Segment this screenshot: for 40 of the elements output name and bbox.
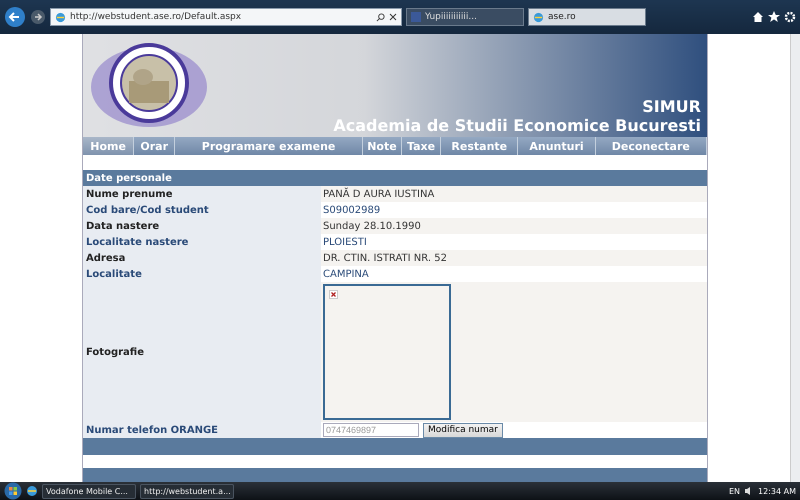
field-value: DR. CTIN. ISTRATI NR. 52 [323,252,447,264]
page-icon [411,12,421,22]
field-label: Numar telefon ORANGE [86,424,218,436]
field-label: Localitate nastere [86,236,188,248]
section-header: Date personale [83,170,707,186]
field-label: Fotografie [86,346,144,358]
home-icon[interactable] [752,11,764,23]
field-value: PLOIESTI [323,236,367,248]
field-label: Data nastere [86,220,160,232]
globe-icon [533,12,544,22]
field-value: PANĂ D AURA IUSTINA [323,188,434,200]
broken-image-icon [329,290,338,299]
settings-icon[interactable] [784,11,796,23]
language-indicator[interactable]: EN [728,486,740,496]
clock[interactable]: 12:34 AM [758,486,796,496]
taskbar-button[interactable]: http://webstudent.a... [140,484,234,498]
field-label: Localitate [86,268,142,280]
field-value: Sunday 28.10.1990 [323,220,421,232]
field-label: Adresa [86,252,126,264]
globe-icon [26,485,38,497]
modify-button[interactable]: Modifica numar [423,422,503,438]
star-icon[interactable] [768,11,780,23]
field-value: CAMPINA [323,268,369,280]
taskbar-button[interactable]: Vodafone Mobile C... [42,484,136,498]
institution-name: Academia de Studii Economice Bucuresti [333,116,701,135]
start-icon[interactable] [4,482,22,500]
search-icon[interactable] [376,12,385,22]
close-icon[interactable] [389,13,397,21]
browser-tab[interactable]: ase.ro [528,8,646,26]
scrollbar[interactable] [790,34,800,482]
phone-field[interactable]: 0747469897 [323,423,419,437]
forward-icon[interactable] [30,9,46,25]
site-title: SIMUR [642,97,701,116]
globe-icon [55,12,66,22]
address-bar[interactable]: http://webstudent.ase.ro/Default.aspx [50,8,402,26]
field-label: Cod bare/Cod student [86,204,209,216]
field-label: Nume prenume [86,188,172,200]
browser-tab[interactable]: Yupiiiiiiiiiii... [406,8,524,26]
back-icon[interactable] [4,6,26,28]
field-value: S09002989 [323,204,380,216]
